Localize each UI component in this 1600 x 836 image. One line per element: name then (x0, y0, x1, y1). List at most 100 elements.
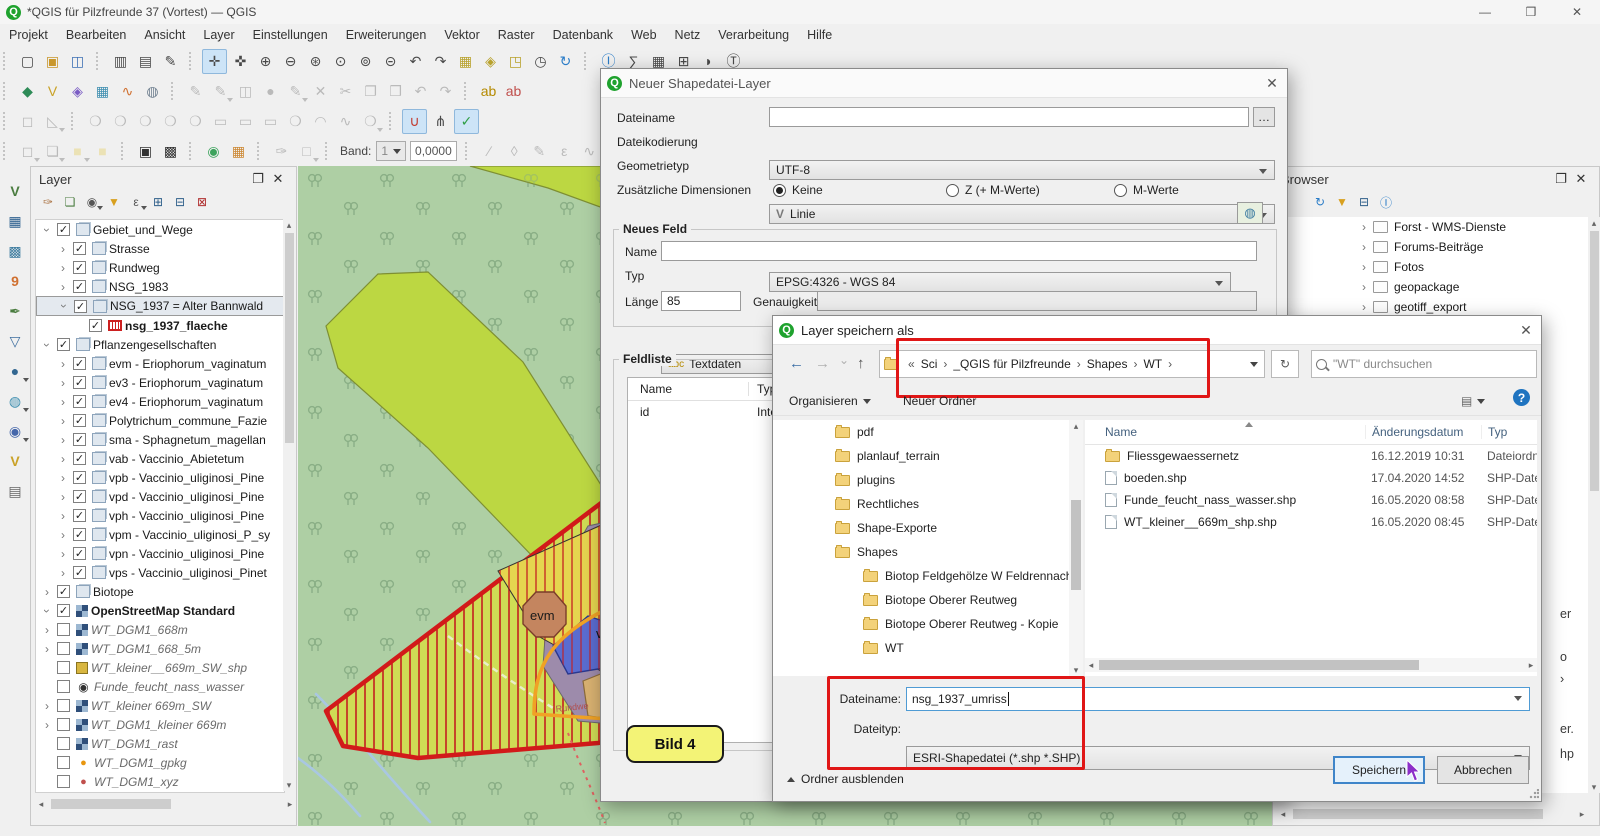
expander-icon[interactable]: › (56, 452, 70, 466)
layer-item-sma-sphagnetum-magellan[interactable]: ›✓sma - Sphagnetum_magellan (36, 430, 284, 449)
close-icon[interactable]: ✕ (1511, 322, 1541, 339)
digitize-ellipse-extent-icon[interactable]: ❍ (184, 110, 207, 133)
file-row-boeden-shp[interactable]: boeden.shp17.04.2020 14:52SHP-Datei (1085, 467, 1537, 489)
select-features-icon[interactable]: ◻ (16, 140, 39, 163)
project-open-icon[interactable]: ▣ (41, 50, 64, 73)
select-by-value-icon[interactable]: ❏ (41, 140, 64, 163)
file-row-funde-feucht-nass-wasser-shp[interactable]: Funde_feucht_nass_wasser.shp16.05.2020 0… (1085, 489, 1537, 511)
layer-item-nsg-1937-alter-bannwald[interactable]: ›✓NSG_1937 = Alter Bannwald (36, 296, 284, 316)
checkbox-checked[interactable]: ✓ (89, 319, 102, 332)
dims-radio-keine[interactable]: Keine (773, 179, 823, 201)
checkbox-unchecked[interactable] (57, 756, 70, 769)
screen-capture-icon[interactable]: ▣ (134, 140, 157, 163)
toolbar-handle[interactable] (3, 142, 9, 160)
expander-icon[interactable]: › (56, 395, 70, 409)
expander-icon[interactable]: › (56, 357, 70, 371)
browser-hscrollbar[interactable]: ◂ ▸ (1277, 807, 1588, 821)
cut-features-icon[interactable]: ✂ (334, 80, 357, 103)
layer-item-biotope[interactable]: ›✓Biotope (36, 582, 284, 601)
checkbox-unchecked[interactable] (57, 680, 70, 693)
digitize-rectangle-3p-icon[interactable]: ▭ (234, 110, 257, 133)
maximize-button[interactable]: ❒ (1508, 0, 1554, 24)
toolbar-handle[interactable] (389, 112, 395, 130)
folder-item-wt[interactable]: WT (773, 636, 1069, 660)
file-row-fliessgewaessernetz[interactable]: Fliessgewaessernetz16.12.2019 10:31Datei… (1085, 445, 1537, 467)
folder-item-planlauf-terrain[interactable]: planlauf_terrain (773, 444, 1069, 468)
new-gpx-layer-icon[interactable]: ∿ (116, 80, 139, 103)
breadcrumb-segment-sci[interactable]: Sci (917, 357, 942, 371)
encoding-select[interactable]: UTF-8 (769, 160, 1275, 180)
copy-features-icon[interactable]: ❐ (359, 80, 382, 103)
checkbox-checked[interactable]: ✓ (73, 376, 86, 389)
close-button[interactable]: ✕ (1554, 0, 1600, 24)
layer-item-gebiet-und-wege[interactable]: ›✓Gebiet_und_Wege (36, 220, 284, 239)
menu-netz[interactable]: Netz (666, 28, 710, 42)
expander-icon[interactable]: › (56, 471, 70, 485)
expression-icon[interactable]: ε (553, 140, 576, 163)
checkbox-checked[interactable]: ✓ (73, 471, 86, 484)
layer-item-funde-feucht-nass-wasser[interactable]: ◉Funde_feucht_nass_wasser (36, 677, 284, 696)
checkbox-checked[interactable]: ✓ (73, 357, 86, 370)
field-name-input[interactable] (661, 241, 1257, 261)
layer-item-pflanzengesellschaften[interactable]: ›✓Pflanzengesellschaften (36, 335, 284, 354)
layer-tree-hscrollbar[interactable]: ◂ ▸ (35, 797, 296, 811)
browser-item-fotos[interactable]: ›Fotos (1277, 257, 1589, 277)
checkbox-unchecked[interactable] (57, 737, 70, 750)
menu-projekt[interactable]: Projekt (0, 28, 57, 42)
band-value-input[interactable]: 0,0000 (410, 141, 457, 161)
layer-item-polytrichum-commune-fazie[interactable]: ›✓Polytrichum_commune_Fazie (36, 411, 284, 430)
nav-back-icon[interactable]: ← (789, 355, 804, 372)
layer-item-evm-eriophorum-vaginatum[interactable]: ›✓evm - Eriophorum_vaginatum (36, 354, 284, 373)
digitize-curve-icon[interactable]: ◠ (309, 110, 332, 133)
expander-icon[interactable]: › (57, 299, 71, 313)
folder-item-biotop-feldgehölze-w-feldrennach[interactable]: Biotop Feldgehölze W Feldrennach (773, 564, 1069, 588)
folder-item-biotope-oberer-reutweg-kopie[interactable]: Biotope Oberer Reutweg - Kopie (773, 612, 1069, 636)
style-manager-icon[interactable]: ✎ (159, 50, 182, 73)
minimize-button[interactable]: — (1462, 0, 1508, 24)
folder-item-rechtliches[interactable]: Rechtliches (773, 492, 1069, 516)
vertex-tool-icon[interactable]: ✎ (284, 80, 307, 103)
dims-radio-z[interactable]: Z (+ M-Werte) (946, 179, 1040, 201)
close-icon[interactable]: ✕ (1257, 75, 1287, 92)
project-new-icon[interactable]: ▢ (16, 50, 39, 73)
expander-icon[interactable]: › (1357, 240, 1371, 254)
checkbox-checked[interactable]: ✓ (57, 604, 70, 617)
checkbox-unchecked[interactable] (57, 775, 70, 788)
checkbox-unchecked[interactable] (57, 661, 70, 674)
new-shapefile-layer-icon[interactable]: V (41, 80, 64, 103)
folder-item-pdf[interactable]: pdf (773, 420, 1069, 444)
toolbar-handle[interactable] (257, 142, 263, 160)
digitize-rectangle-center-icon[interactable]: ▭ (259, 110, 282, 133)
expander-icon[interactable]: › (40, 223, 54, 237)
pin-labels-icon[interactable]: ab (502, 80, 525, 103)
expander-icon[interactable]: › (56, 528, 70, 542)
temporal-controller-icon[interactable]: ◷ (529, 50, 552, 73)
project-save-icon[interactable]: ◫ (66, 50, 89, 73)
expander-icon[interactable]: › (56, 261, 70, 275)
properties-icon[interactable]: Ⓘ (1375, 192, 1397, 212)
expander-icon[interactable]: › (56, 547, 70, 561)
filter-by-expression-icon[interactable]: ε (125, 192, 147, 212)
highlight-pin-icon[interactable]: ■ (91, 140, 114, 163)
resize-grip[interactable] (1529, 789, 1539, 799)
layer-labeling-icon[interactable]: ab (477, 80, 500, 103)
nav-forward-icon[interactable]: → (815, 355, 830, 372)
expander-icon[interactable]: › (40, 338, 54, 352)
menu-datenbank[interactable]: Datenbank (544, 28, 622, 42)
digitize-average-icon[interactable]: ❍ (359, 110, 382, 133)
checkbox-unchecked[interactable] (57, 623, 70, 636)
nav-history-icon[interactable]: ⌄ (839, 353, 849, 367)
new-3d-map-view-icon[interactable]: ◈ (479, 50, 502, 73)
add-gps-layer-icon[interactable]: ✒ (3, 298, 27, 324)
collapse-all-icon[interactable]: ⊟ (169, 192, 191, 212)
layer-item-vpm-vaccinio-uliginosi-p-sy[interactable]: ›✓vpm - Vaccinio_uliginosi_P_sy (36, 525, 284, 544)
field-precision-input[interactable] (817, 291, 1257, 311)
toolbar-handle[interactable] (3, 112, 9, 130)
folder-item-shapes[interactable]: Shapes (773, 540, 1069, 564)
menu-vektor[interactable]: Vektor (435, 28, 488, 42)
toolbar-handle[interactable] (584, 52, 590, 70)
browser-item-forums-beiträge[interactable]: ›Forums-Beiträge (1277, 237, 1589, 257)
layer-item-ev3-eriophorum-vaginatum[interactable]: ›✓ev3 - Eriophorum_vaginatum (36, 373, 284, 392)
browser-vscrollbar[interactable]: ▴ ▾ (1588, 217, 1600, 793)
file-row-wt-kleiner-669m-shp-shp[interactable]: WT_kleiner__669m_shp.shp16.05.2020 08:45… (1085, 511, 1537, 533)
